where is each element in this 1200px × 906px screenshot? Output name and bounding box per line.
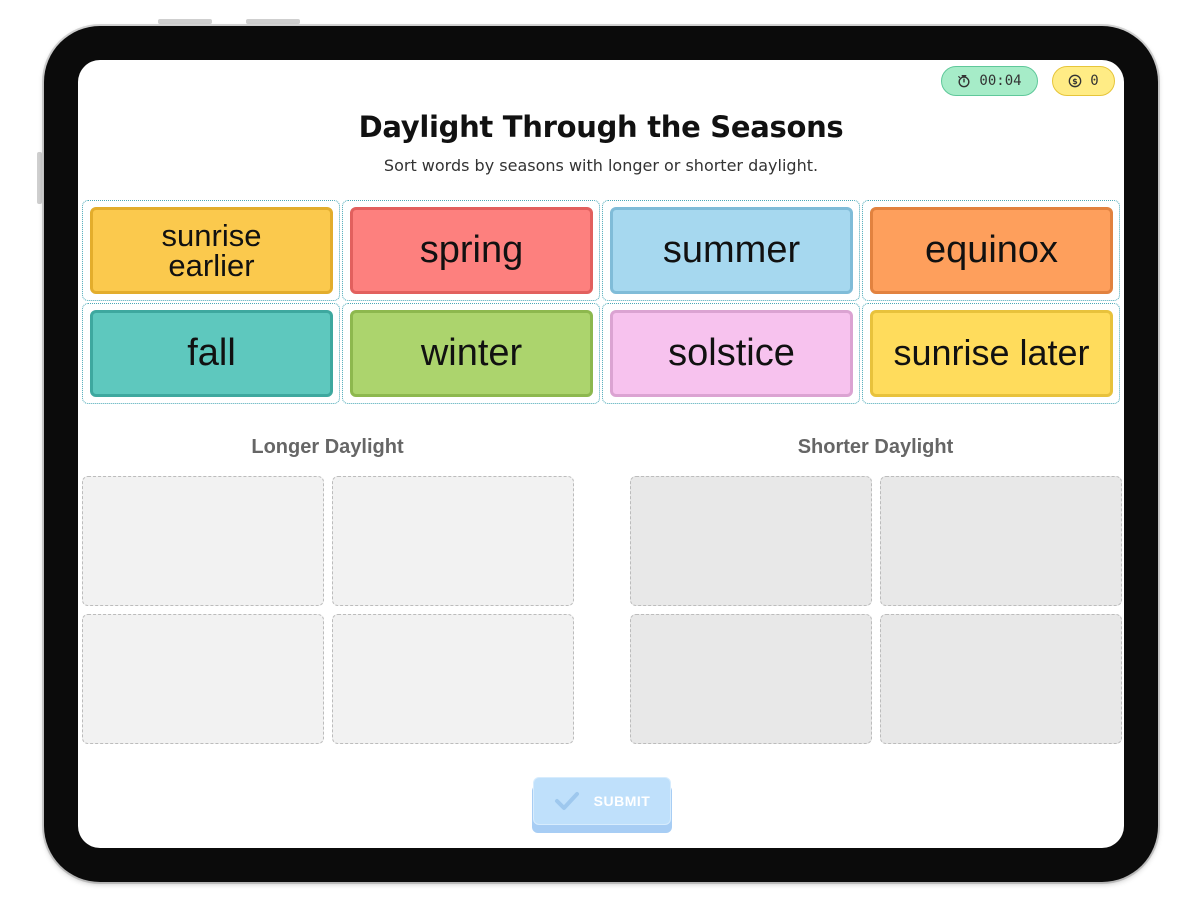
word-card-winter[interactable]: winter bbox=[350, 310, 593, 397]
word-bank: sunrise earlier spring summer equinox fa… bbox=[82, 200, 1122, 406]
timer-icon bbox=[958, 75, 970, 88]
word-card-solstice[interactable]: solstice bbox=[610, 310, 853, 397]
shorter-daylight-drop-slot[interactable] bbox=[630, 476, 872, 606]
coin-badge: $ 0 bbox=[1052, 66, 1115, 96]
shorter-daylight-drop-slot[interactable] bbox=[880, 614, 1122, 744]
shorter-daylight-label: Shorter Daylight bbox=[797, 436, 954, 458]
word-slot: equinox bbox=[862, 200, 1120, 301]
card-label: sunrise earlier bbox=[161, 218, 262, 283]
word-card-sunrise-later[interactable]: sunrise later bbox=[870, 310, 1113, 397]
longer-daylight-drop-slot[interactable] bbox=[82, 476, 324, 606]
coin-icon: $ bbox=[1068, 74, 1082, 88]
timer-value: 00:04 bbox=[979, 73, 1022, 89]
check-icon bbox=[554, 792, 579, 810]
word-card-equinox[interactable]: equinox bbox=[870, 207, 1113, 294]
page-title: Daylight Through the Seasons bbox=[358, 110, 844, 144]
word-slot: summer bbox=[602, 200, 860, 301]
card-label: summer bbox=[662, 229, 801, 272]
card-label: spring bbox=[419, 229, 524, 272]
card-label: fall bbox=[187, 332, 236, 375]
word-slot: sunrise later bbox=[862, 303, 1120, 404]
submit-button[interactable]: SUBMIT bbox=[533, 777, 671, 825]
word-slot: sunrise earlier bbox=[82, 200, 340, 301]
word-card-spring[interactable]: spring bbox=[350, 207, 593, 294]
longer-daylight-drop-slot[interactable] bbox=[332, 614, 574, 744]
card-label: solstice bbox=[668, 332, 795, 375]
tablet-top-button-1 bbox=[158, 19, 212, 24]
longer-daylight-label: Longer Daylight bbox=[251, 436, 404, 458]
longer-daylight-drop-slot[interactable] bbox=[82, 614, 324, 744]
tablet-top-button-2 bbox=[246, 19, 300, 24]
card-label: equinox bbox=[924, 229, 1059, 272]
tablet-side-button bbox=[37, 152, 42, 204]
card-label: winter bbox=[420, 332, 523, 375]
shorter-daylight-drop-slot[interactable] bbox=[880, 476, 1122, 606]
submit-label: SUBMIT bbox=[593, 793, 651, 809]
timer-badge: 00:04 bbox=[941, 66, 1038, 96]
word-card-fall[interactable]: fall bbox=[90, 310, 333, 397]
shorter-daylight-drop-slot[interactable] bbox=[630, 614, 872, 744]
card-label: sunrise later bbox=[893, 332, 1090, 374]
word-slot: solstice bbox=[602, 303, 860, 404]
word-card-sunrise-earlier[interactable]: sunrise earlier bbox=[90, 207, 333, 294]
game-screen: 00:04 $ 0 Daylight Through the Seasons S… bbox=[78, 60, 1124, 848]
word-slot: fall bbox=[82, 303, 340, 404]
submit-control: SUBMIT bbox=[532, 777, 672, 833]
word-card-summer[interactable]: summer bbox=[610, 207, 853, 294]
word-slot: spring bbox=[342, 200, 600, 301]
word-slot: winter bbox=[342, 303, 600, 404]
coin-count: 0 bbox=[1090, 73, 1099, 89]
svg-text:$: $ bbox=[1073, 77, 1078, 86]
page-subtitle: Sort words by seasons with longer or sho… bbox=[383, 156, 819, 175]
longer-daylight-drop-slot[interactable] bbox=[332, 476, 574, 606]
